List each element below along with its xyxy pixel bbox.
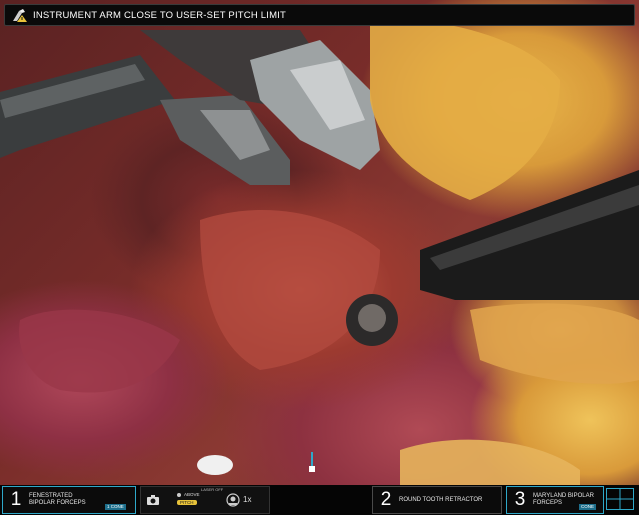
arm-selector-grid[interactable]	[606, 488, 634, 510]
pitch-label: PITCH	[180, 500, 194, 505]
instrument-arm-warning-icon	[13, 9, 27, 22]
energy-indicator: 1 CONE	[105, 504, 126, 510]
laser-status: LASER OFF	[201, 487, 224, 492]
scope-icon[interactable]	[226, 493, 240, 507]
above-dot-icon	[177, 492, 181, 497]
endoscope-view	[0, 0, 639, 515]
instrument-tip-marker-icon	[309, 452, 315, 472]
arm-label-line1: MARYLAND BIPOLAR	[533, 493, 594, 499]
instrument-arm-2[interactable]: 2 ROUND TOOTH RETRACTOR	[372, 486, 502, 514]
arm-label-line2: BIPOLAR FORCEPS	[29, 500, 86, 506]
arm-number: 1	[10, 489, 22, 510]
above-indicator: ABOVE	[177, 492, 200, 497]
magnification-level: 1x	[243, 495, 252, 504]
energy-indicator: CONE	[579, 504, 597, 510]
arm-label-line1: FENESTRATED	[29, 493, 73, 499]
arm-label-line1: ROUND TOOTH RETRACTOR	[399, 496, 483, 503]
pitch-indicator: PITCH	[177, 500, 197, 505]
instrument-arm-1[interactable]: 1 FENESTRATED BIPOLAR FORCEPS 1 CONE	[2, 486, 136, 514]
arm-instrument-name: ROUND TOOTH RETRACTOR	[399, 497, 482, 504]
instrument-arm-3[interactable]: 3 MARYLAND BIPOLAR FORCEPS CONE	[506, 486, 604, 514]
arm-instrument-name: FENESTRATED BIPOLAR FORCEPS	[29, 493, 86, 507]
camera-controls[interactable]: LASER OFF ABOVE PITCH 1x	[140, 486, 270, 514]
surgical-field-illustration	[0, 19, 639, 485]
arm-number: 2	[380, 489, 392, 510]
above-label: ABOVE	[184, 492, 200, 497]
grid-icon	[607, 489, 633, 509]
arm-number: 3	[514, 489, 526, 510]
alert-bar: INSTRUMENT ARM CLOSE TO USER-SET PITCH L…	[4, 4, 635, 26]
alert-message: INSTRUMENT ARM CLOSE TO USER-SET PITCH L…	[33, 9, 287, 21]
camera-icon[interactable]	[147, 495, 159, 505]
